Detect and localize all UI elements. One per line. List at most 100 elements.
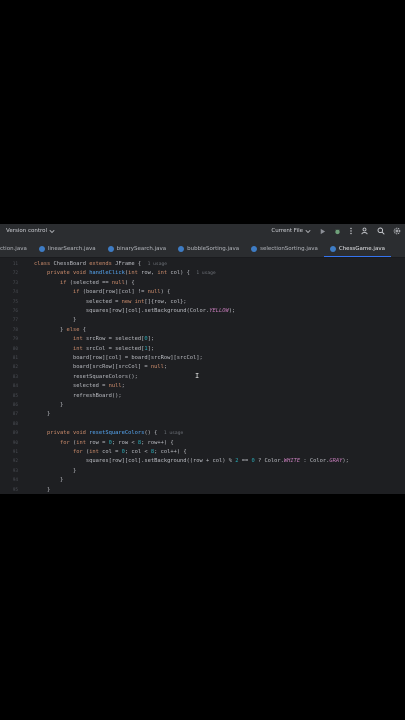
code-token: row = xyxy=(89,439,109,446)
code-text: for (int col = 0; col < 8; col++) { xyxy=(34,448,187,457)
code-token: squares[row][col].setBackground((row + c… xyxy=(34,458,236,465)
code-line: 91 for (int col = 0; col < 8; col++) { xyxy=(0,448,405,457)
code-token: board[row][col] = board[srcRow][srcCol]; xyxy=(34,355,203,361)
code-line: 86 } xyxy=(0,401,405,410)
line-number: 77 xyxy=(12,318,18,324)
code-line: 82 board[srcRow][srcCol] = null; xyxy=(0,363,405,372)
code-text: int srcCol = selected[1]; xyxy=(34,345,154,354)
code-text: squares[row][col].setBackground((row + c… xyxy=(34,457,349,466)
code-token: if xyxy=(72,289,83,296)
line-number: 85 xyxy=(12,393,18,399)
code-token: ; xyxy=(121,383,125,390)
more-options-icon[interactable] xyxy=(349,227,353,235)
settings-icon[interactable] xyxy=(393,227,401,235)
ide-window: Version control Current File ction.java l… xyxy=(0,224,405,494)
code-line: 79 int srcRow = selected[0]; xyxy=(0,335,405,344)
code-token: } xyxy=(34,326,67,333)
code-token: extends xyxy=(89,261,116,267)
run-icon[interactable] xyxy=(319,228,326,235)
line-number: 11 xyxy=(12,262,18,267)
code-text: } xyxy=(34,486,50,494)
code-line: 80 int srcCol = selected[1]; xyxy=(0,345,405,354)
chevron-down-icon xyxy=(305,229,311,234)
code-token: null xyxy=(147,289,161,296)
editor-tab[interactable]: ction.java xyxy=(0,240,33,257)
code-token: (board[row][col] != xyxy=(82,289,148,296)
code-token: ; col++) { xyxy=(154,449,187,455)
code-text: } xyxy=(34,316,76,325)
code-token: ; xyxy=(163,364,168,371)
code-token: () { xyxy=(144,430,164,437)
editor-tab[interactable]: selectionSorting.java xyxy=(245,240,324,257)
code-text: for (int row = 0; row < 8; row++) { xyxy=(34,439,174,448)
code-token: new int xyxy=(121,298,145,305)
editor-tab[interactable]: linearSearch.java xyxy=(33,240,102,257)
editor-tab[interactable]: bubbleSorting.java xyxy=(172,240,245,257)
line-number: 82 xyxy=(12,365,18,371)
editor-tab[interactable]: ChessGame.java xyxy=(323,240,392,257)
editor-tab-label: binarySearch.java xyxy=(116,245,167,252)
code-text: if (selected == null) { xyxy=(34,279,135,288)
run-configuration-label: Current File xyxy=(271,228,303,234)
code-token: WHITE xyxy=(283,458,301,465)
code-token: ); xyxy=(342,458,349,465)
code-token: for xyxy=(59,439,73,446)
line-number: 89 xyxy=(12,431,18,437)
debug-icon[interactable] xyxy=(334,228,341,235)
code-line: 87 } xyxy=(0,410,405,419)
editor-tab-label: ction.java xyxy=(0,245,27,252)
code-token: ; row++) { xyxy=(141,439,174,446)
editor-tab[interactable]: binarySearch.java xyxy=(102,240,173,257)
code-token: ]; xyxy=(147,345,155,352)
code-text: board[srcRow][srcCol] = null; xyxy=(34,363,167,372)
code-token: else xyxy=(66,326,83,333)
line-number: 93 xyxy=(12,468,18,474)
code-token: refreshBoard(); xyxy=(34,392,122,399)
editor-tab-label: linearSearch.java xyxy=(47,245,96,252)
line-number: 78 xyxy=(12,327,18,333)
code-text: selected = new int[]{row, col}; xyxy=(34,298,187,307)
version-control-menu[interactable]: Version control xyxy=(6,228,55,234)
line-number: 79 xyxy=(12,337,18,343)
line-number: 94 xyxy=(12,478,18,484)
code-token: : Color. xyxy=(300,458,330,465)
editor-tab-label: ChessGame.java xyxy=(338,245,385,252)
run-configuration-select[interactable]: Current File xyxy=(271,228,311,234)
code-line: 11 class ChessBoard extends JFrame { 1 us… xyxy=(0,260,405,269)
usage-hint[interactable]: 1 usage xyxy=(196,271,215,276)
code-text: int srcRow = selected[0]; xyxy=(34,335,154,344)
code-line: 73 if (selected == null) { xyxy=(0,279,405,288)
code-token: private void xyxy=(46,430,90,437)
code-text: squares[row][col].setBackground(Color.YE… xyxy=(34,307,235,316)
code-token: null xyxy=(108,383,122,390)
code-token: int xyxy=(157,270,171,277)
code-line: 76 squares[row][col].setBackground(Color… xyxy=(0,307,405,316)
code-text: } xyxy=(34,476,63,485)
add-user-icon[interactable] xyxy=(361,227,369,235)
line-number: 84 xyxy=(12,384,18,390)
code-token: for xyxy=(72,449,86,455)
code-line: 94 } xyxy=(0,476,405,485)
code-line: 92 squares[row][col].setBackground((row … xyxy=(0,457,405,466)
code-token: GRAY xyxy=(329,458,343,465)
code-text: class ChessBoard extends JFrame { 1 usag… xyxy=(34,260,167,269)
code-token: == xyxy=(238,458,252,465)
usage-hint[interactable]: 1 usage xyxy=(164,431,183,436)
code-text: resetSquareColors(); xyxy=(34,373,138,382)
code-token: } xyxy=(34,402,64,408)
code-text: } xyxy=(34,410,50,419)
java-class-icon xyxy=(38,245,45,252)
code-line: 81 board[row][col] = board[srcRow][srcCo… xyxy=(0,354,405,363)
code-token: srcCol = selected[ xyxy=(85,345,145,352)
usage-hint[interactable]: 1 usage xyxy=(148,262,167,267)
code-line: 74 if (board[row][col] != null) { xyxy=(0,288,405,297)
code-token: col) { xyxy=(170,270,197,277)
code-editor[interactable]: I 11 class ChessBoard extends JFrame { 1 … xyxy=(0,258,405,494)
code-line: 95 } xyxy=(0,486,405,494)
search-icon[interactable] xyxy=(377,227,385,235)
code-line: 90 for (int row = 0; row < 8; row++) { xyxy=(0,439,405,448)
